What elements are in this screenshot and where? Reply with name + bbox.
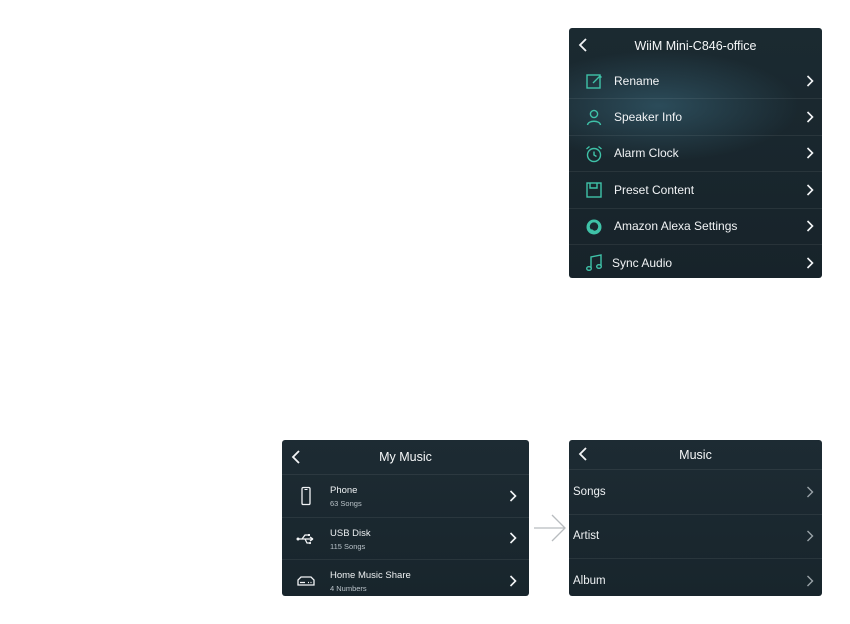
alexa-icon <box>586 219 602 235</box>
back-arrow-icon[interactable] <box>577 447 591 461</box>
source-item-usb-disk[interactable]: USB Disk 115 Songs <box>282 516 529 560</box>
music-title: Music <box>679 447 712 462</box>
alarm-clock-icon <box>586 145 602 162</box>
settings-item-label: Amazon Alexa Settings <box>614 219 738 234</box>
settings-item-label: Speaker Info <box>614 110 683 125</box>
source-label: Home Music Share <box>330 570 411 581</box>
settings-item-label: Preset Content <box>614 182 695 197</box>
back-arrow-icon[interactable] <box>577 38 591 52</box>
settings-item-alarm-clock[interactable]: Alarm Clock <box>569 134 822 171</box>
music-item-songs[interactable]: Songs <box>569 469 822 514</box>
save-icon <box>586 182 602 198</box>
settings-item-preset-content[interactable]: Preset Content <box>569 171 822 207</box>
source-item-phone[interactable]: Phone 63 Songs <box>282 474 529 517</box>
settings-item-label: Alarm Clock <box>614 146 679 161</box>
arrow-right-icon <box>534 514 566 542</box>
settings-item-label: Sync Audio <box>612 255 673 270</box>
source-item-home-music-share[interactable]: Home Music Share 4 Numbers <box>282 559 529 596</box>
music-item-label: Album <box>573 574 606 587</box>
music-item-artist[interactable]: Artist <box>569 513 822 559</box>
chevron-right-icon <box>509 490 517 502</box>
settings-header: WiiM Mini-C846-office <box>569 28 822 63</box>
edit-icon <box>586 74 602 89</box>
music-item-label: Artist <box>573 530 600 543</box>
source-label: USB Disk <box>330 527 371 539</box>
music-panel: Music Songs Artist Album <box>569 440 822 596</box>
music-note-icon <box>586 254 602 271</box>
chevron-right-icon <box>509 575 517 587</box>
chevron-right-icon <box>807 486 814 498</box>
chevron-right-icon <box>807 575 814 587</box>
chevron-right-icon <box>806 111 814 123</box>
music-item-label: Songs <box>573 485 606 498</box>
source-label: Phone <box>330 485 358 496</box>
my-music-panel: My Music Phone 63 Songs USB Disk 115 Son… <box>282 440 529 596</box>
chevron-right-icon <box>509 532 517 544</box>
person-icon <box>586 110 602 126</box>
music-header: Music <box>569 440 822 469</box>
media-server-icon <box>297 576 315 586</box>
my-music-title: My Music <box>379 450 432 464</box>
chevron-right-icon <box>806 184 814 196</box>
phone-icon <box>301 486 311 506</box>
settings-item-sync-audio[interactable]: Sync Audio <box>569 243 822 278</box>
settings-item-speaker-info[interactable]: Speaker Info <box>569 98 822 134</box>
speaker-settings-panel: WiiM Mini-C846-office Rename Speaker Inf… <box>569 28 822 278</box>
settings-item-rename[interactable]: Rename <box>569 63 822 98</box>
chevron-right-icon <box>806 257 814 269</box>
chevron-right-icon <box>806 147 814 160</box>
chevron-right-icon <box>806 75 814 87</box>
music-item-album[interactable]: Album <box>569 558 822 596</box>
source-count: 4 Numbers <box>330 584 367 593</box>
back-arrow-icon[interactable] <box>290 450 304 464</box>
source-count: 115 Songs <box>330 541 366 551</box>
settings-title: WiiM Mini-C846-office <box>634 38 757 53</box>
usb-icon <box>296 533 314 544</box>
chevron-right-icon <box>806 220 814 232</box>
my-music-header: My Music <box>282 440 529 474</box>
chevron-right-icon <box>807 530 814 542</box>
source-count: 63 Songs <box>330 499 362 508</box>
settings-item-alexa[interactable]: Amazon Alexa Settings <box>569 207 822 244</box>
settings-item-label: Rename <box>614 73 660 88</box>
